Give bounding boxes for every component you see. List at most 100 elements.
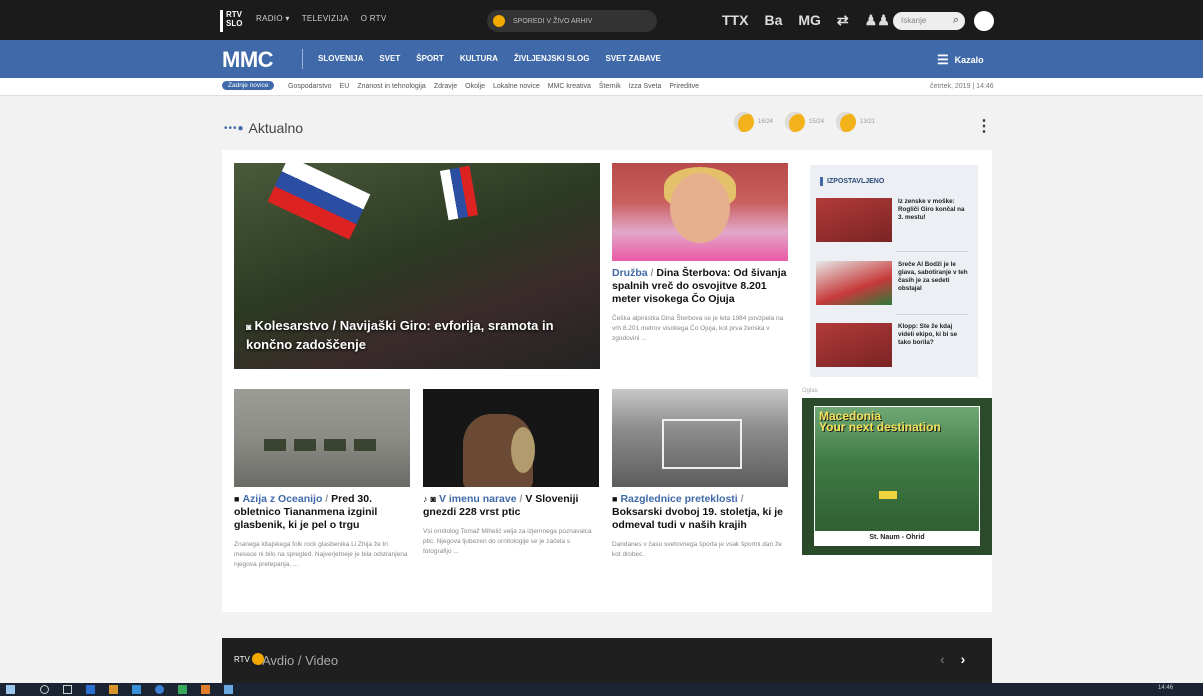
- nav-item-zivljenjski-slog[interactable]: ŽIVLJENJSKI SLOG: [514, 54, 590, 63]
- story-title[interactable]: ■ Razglednice preteklosti / Boksarski dvo…: [612, 493, 788, 532]
- nav-item-svet-zabave[interactable]: SVET ZABAVE: [605, 54, 660, 63]
- story-title[interactable]: Družba / Dina Šterbova: Od šivanja spaln…: [612, 267, 788, 306]
- top-link-o-rtv[interactable]: O RTV: [361, 14, 387, 23]
- featured-thumb[interactable]: [816, 323, 892, 367]
- user-avatar[interactable]: [974, 11, 994, 31]
- subnav-link[interactable]: Izza Sveta: [629, 83, 662, 90]
- live-player-bar[interactable]: SPOREDI V ŽIVO ARHIV: [487, 10, 657, 32]
- story-card[interactable]: ■ Razglednice preteklosti / Boksarski dvo…: [612, 389, 788, 560]
- main-story-category[interactable]: Kolesarstvo: [254, 318, 328, 333]
- heading-bar: [820, 177, 823, 186]
- camera-icon: ◙: [246, 322, 252, 332]
- story-card[interactable]: ♪ ◙ V imenu narave / V Sloveniji gnezdi 22…: [423, 389, 599, 557]
- ba-icon[interactable]: Ba: [764, 12, 782, 29]
- story-category[interactable]: V imenu narave: [439, 493, 517, 505]
- nav-item-slovenija[interactable]: SLOVENIJA: [318, 54, 363, 63]
- main-story-title[interactable]: ◙ Kolesarstvo / Navijaški Giro: evforija,…: [246, 317, 588, 353]
- subnav-link[interactable]: Zdravje: [434, 83, 457, 90]
- ad-title-line2: Your next destination: [819, 420, 941, 434]
- top-bar: RTV SLO RADIO ▾ TELEVIZIJA O RTV SPOREDI …: [0, 0, 1203, 40]
- story-card[interactable]: ■ Azija z Oceanijo / Pred 30. obletnico T…: [234, 389, 410, 570]
- featured-item[interactable]: Klopp: Ste že kdaj videli ekipo, ki bi s…: [816, 323, 972, 367]
- featured-title[interactable]: Iz zenske v moške: Rogliči Giro končal n…: [898, 198, 970, 242]
- section-title: Aktualno: [248, 120, 304, 136]
- subnav-link[interactable]: Znanost in tehnologija: [357, 83, 426, 90]
- weather-strip[interactable]: 16/24 15/24 13/21: [734, 112, 875, 132]
- subnav-link[interactable]: Okolje: [465, 83, 485, 90]
- latest-news-pill[interactable]: Zadnje novice: [222, 81, 275, 90]
- ad-title: Macedonia Your next destination: [819, 410, 941, 434]
- app-icon[interactable]: [132, 685, 141, 694]
- weather-sun-icon: [734, 112, 754, 132]
- weather-sun-icon: [785, 112, 806, 132]
- system-tray-clock[interactable]: 14:46: [1158, 685, 1173, 691]
- subnav-link[interactable]: Lokalne novice: [493, 83, 540, 90]
- os-taskbar: 14:46: [0, 683, 1203, 696]
- section-dots-icon: •••●: [224, 122, 245, 134]
- main-story-image[interactable]: ◙ Kolesarstvo / Navijaški Giro: evforija,…: [234, 163, 600, 369]
- story-image[interactable]: [234, 389, 410, 487]
- story-category[interactable]: Azija z Oceanijo: [242, 493, 322, 505]
- top-link-radio[interactable]: RADIO ▾: [256, 14, 290, 23]
- mg-icon[interactable]: MG: [798, 12, 821, 29]
- boat-shape: [879, 491, 897, 499]
- people-icon[interactable]: ♟♟: [865, 12, 890, 29]
- story-card[interactable]: Družba / Dina Šterbova: Od šivanja spaln…: [612, 163, 788, 344]
- search-input[interactable]: Iskanje ⌕: [893, 12, 965, 30]
- weather-item: 13/21: [836, 112, 875, 132]
- weather-temp: 13/21: [860, 119, 876, 125]
- subnav-link[interactable]: Šternik: [599, 83, 621, 90]
- next-arrow-icon[interactable]: ›: [961, 651, 966, 667]
- nav-item-sport[interactable]: ŠPORT: [416, 54, 444, 63]
- story-title[interactable]: ■ Azija z Oceanijo / Pred 30. obletnico T…: [234, 493, 410, 532]
- story-headline[interactable]: Boksarski dvoboj 19. stoletja, ki je odm…: [612, 506, 783, 531]
- subnav-links: Gospodarstvo EU Znanost in tehnologija Z…: [288, 83, 699, 90]
- image-shape: [324, 439, 346, 451]
- mmc-logo[interactable]: MMC: [222, 47, 274, 73]
- story-image[interactable]: [612, 163, 788, 261]
- featured-item[interactable]: Sreče Al Bodži je le glava, sabotiranje …: [816, 261, 972, 305]
- more-options-icon[interactable]: ⋮: [976, 116, 992, 136]
- story-category[interactable]: Razglednice preteklosti: [620, 493, 737, 505]
- featured-title[interactable]: Klopp: Ste že kdaj videli ekipo, ki bi s…: [898, 323, 970, 367]
- rtv-player-logo[interactable]: RTV: [234, 653, 264, 665]
- app-icon[interactable]: [224, 685, 233, 694]
- ad-caption: St. Naum - Ohrid: [815, 531, 979, 545]
- subnav-link[interactable]: MMC kreativa: [548, 83, 591, 90]
- subnav-link[interactable]: Gospodarstvo: [288, 83, 332, 90]
- app-icon[interactable]: [109, 685, 118, 694]
- featured-title[interactable]: Sreče Al Bodži je le glava, sabotiranje …: [898, 261, 970, 305]
- search-icon[interactable]: ⌕: [953, 14, 959, 27]
- story-title[interactable]: ♪ ◙ V imenu narave / V Sloveniji gnezdi 22…: [423, 493, 599, 519]
- featured-item[interactable]: Iz zenske v moške: Rogliči Giro končal n…: [816, 198, 972, 242]
- subnav-link[interactable]: Prireditve: [669, 83, 699, 90]
- windows-start-icon[interactable]: [6, 685, 15, 694]
- ttx-icon[interactable]: TTX: [722, 12, 748, 29]
- search-placeholder: Iskanje: [901, 16, 927, 25]
- menu-button[interactable]: ☰ Kazalo: [937, 52, 984, 68]
- main-story-card[interactable]: ◙ Kolesarstvo / Navijaški Giro: evforija,…: [234, 163, 600, 369]
- accessibility-icon[interactable]: ⇄: [837, 12, 849, 29]
- top-link-televizija[interactable]: TELEVIZIJA: [302, 14, 349, 23]
- featured-thumb[interactable]: [816, 261, 892, 305]
- task-view-icon[interactable]: [63, 685, 72, 694]
- ad-image[interactable]: Macedonia Your next destination St. Naum …: [814, 406, 980, 546]
- search-icon[interactable]: [40, 685, 49, 694]
- rtv-logo[interactable]: RTV SLO: [220, 10, 242, 32]
- story-category[interactable]: Družba: [612, 267, 648, 279]
- nav-item-kultura[interactable]: KULTURA: [460, 54, 498, 63]
- subnav-link[interactable]: EU: [340, 83, 350, 90]
- app-icon[interactable]: [178, 685, 187, 694]
- date-time: četrtek, 2019 | 14:46: [930, 83, 994, 90]
- story-image[interactable]: [423, 389, 599, 487]
- nav-links: SLOVENIJA SVET ŠPORT KULTURA ŽIVLJENJSKI…: [318, 54, 661, 63]
- av-section-title[interactable]: Avdio / Video: [262, 653, 338, 668]
- app-icon[interactable]: [86, 685, 95, 694]
- story-image[interactable]: [612, 389, 788, 487]
- edge-icon[interactable]: [155, 685, 164, 694]
- featured-thumb[interactable]: [816, 198, 892, 242]
- advertisement[interactable]: Macedonia Your next destination St. Naum …: [802, 398, 992, 555]
- app-icon[interactable]: [201, 685, 210, 694]
- prev-arrow-icon[interactable]: ‹: [940, 651, 945, 667]
- nav-item-svet[interactable]: SVET: [379, 54, 400, 63]
